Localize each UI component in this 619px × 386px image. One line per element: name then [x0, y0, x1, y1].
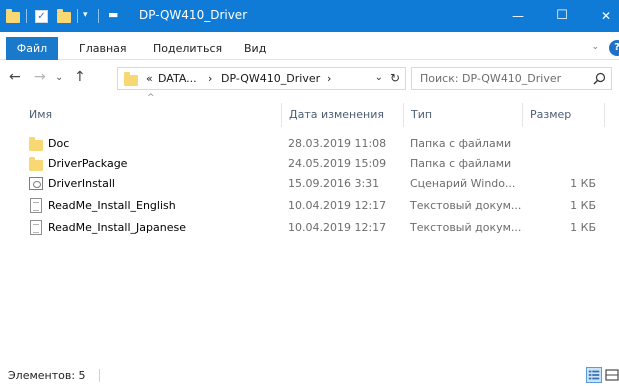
title-bar-separator [98, 9, 99, 23]
file-date: 10.04.2019 12:17 [288, 199, 387, 212]
address-bar[interactable]: « DATA... › DP-QW410_Driver › ⌄ ↻ [117, 67, 406, 90]
file-type: Текстовый докум... [410, 199, 522, 212]
file-size: 1 КБ [570, 177, 596, 190]
breadcrumb-data[interactable]: DATA... [158, 72, 197, 85]
title-bar-separator [26, 9, 27, 23]
title-bar[interactable]: ✓ ▾ ▬ DP-QW410_Driver — ☐ ✕ [0, 0, 619, 32]
file-name[interactable]: ReadMe_Install_English [48, 199, 176, 212]
customize-quick-access-icon[interactable]: ▾ [83, 10, 88, 20]
file-size: 1 КБ [570, 199, 596, 212]
folder-icon [29, 157, 43, 171]
folder-icon [6, 9, 20, 23]
file-row[interactable]: DriverPackage 24.05.2019 15:09 Папка с ф… [28, 154, 608, 174]
search-icon[interactable] [593, 72, 606, 85]
search-input[interactable] [420, 71, 580, 86]
tab-home[interactable]: Главная [79, 37, 127, 60]
new-folder-icon[interactable] [57, 9, 71, 23]
status-divider [99, 369, 100, 382]
tab-share[interactable]: Поделиться [153, 37, 222, 60]
column-header-name[interactable]: Имя [29, 103, 52, 127]
column-header-date[interactable]: Дата изменения [289, 103, 384, 127]
file-name[interactable]: DriverInstall [48, 177, 115, 190]
column-header-type[interactable]: Тип [411, 103, 432, 127]
folder-icon [29, 137, 43, 151]
details-view-icon[interactable] [586, 367, 602, 383]
address-history-icon[interactable]: ⌄ [375, 72, 383, 83]
tab-file[interactable]: Файл [6, 37, 58, 60]
file-date: 15.09.2016 3:31 [288, 177, 380, 190]
column-divider[interactable] [281, 103, 282, 127]
maximize-button[interactable]: ☐ [541, 0, 583, 32]
tab-view[interactable]: Вид [244, 37, 266, 60]
column-divider[interactable] [522, 103, 523, 127]
text-file-icon [30, 198, 42, 213]
status-bar: Элементов: 5 [0, 364, 619, 386]
ribbon-tabs: Файл Главная Поделиться Вид ⌄ ? [0, 32, 619, 60]
window-menu-icon[interactable]: ▬ [108, 8, 118, 21]
item-count: Элементов: 5 [8, 369, 86, 382]
file-row[interactable]: Doc 28.03.2019 11:08 Папка с файлами [28, 134, 608, 154]
sort-ascending-icon: ^ [147, 93, 155, 103]
column-divider[interactable] [403, 103, 404, 127]
navigation-bar: ← → ⌄ ↑ « DATA... › DP-QW410_Driver › ⌄ … [0, 60, 619, 97]
script-icon [29, 177, 43, 190]
file-name[interactable]: ReadMe_Install_Japanese [48, 221, 186, 234]
file-date: 28.03.2019 11:08 [288, 137, 387, 150]
file-date: 10.04.2019 12:17 [288, 221, 387, 234]
file-name[interactable]: DriverPackage [48, 157, 127, 170]
refresh-icon[interactable]: ↻ [390, 71, 400, 85]
properties-icon[interactable]: ✓ [35, 10, 48, 23]
file-type: Папка с файлами [410, 137, 512, 150]
window-title: DP-QW410_Driver [139, 8, 248, 22]
breadcrumb-separator[interactable]: › [208, 72, 212, 85]
file-row[interactable]: DriverInstall 15.09.2016 3:31 Сценарий W… [28, 174, 608, 194]
address-overflow[interactable]: « [146, 72, 153, 85]
file-row[interactable]: ReadMe_Install_Japanese 10.04.2019 12:17… [28, 218, 608, 238]
breadcrumb-current[interactable]: DP-QW410_Driver [221, 72, 320, 85]
recent-locations-button[interactable]: ⌄ [55, 71, 63, 85]
title-bar-separator [77, 9, 78, 23]
up-button[interactable]: ↑ [74, 70, 86, 84]
search-box[interactable] [411, 67, 612, 90]
minimize-button[interactable]: — [497, 0, 539, 32]
text-file-icon [30, 220, 42, 235]
file-date: 24.05.2019 15:09 [288, 157, 387, 170]
file-size: 1 КБ [570, 221, 596, 234]
column-header-size[interactable]: Размер [530, 103, 571, 127]
file-row[interactable]: ReadMe_Install_English 10.04.2019 12:17 … [28, 196, 608, 216]
breadcrumb-separator[interactable]: › [327, 72, 331, 85]
expand-ribbon-icon[interactable]: ⌄ [591, 42, 599, 52]
close-button[interactable]: ✕ [585, 0, 619, 32]
file-name[interactable]: Doc [48, 137, 69, 150]
file-type: Текстовый докум... [410, 221, 522, 234]
file-type: Сценарий Windo... [410, 177, 516, 190]
large-icons-view-icon[interactable] [605, 367, 619, 383]
column-divider[interactable] [604, 103, 605, 127]
back-button[interactable]: ← [9, 70, 21, 84]
forward-button[interactable]: → [34, 70, 46, 84]
help-icon[interactable]: ? [609, 40, 619, 56]
folder-icon [124, 72, 138, 86]
file-type: Папка с файлами [410, 157, 512, 170]
